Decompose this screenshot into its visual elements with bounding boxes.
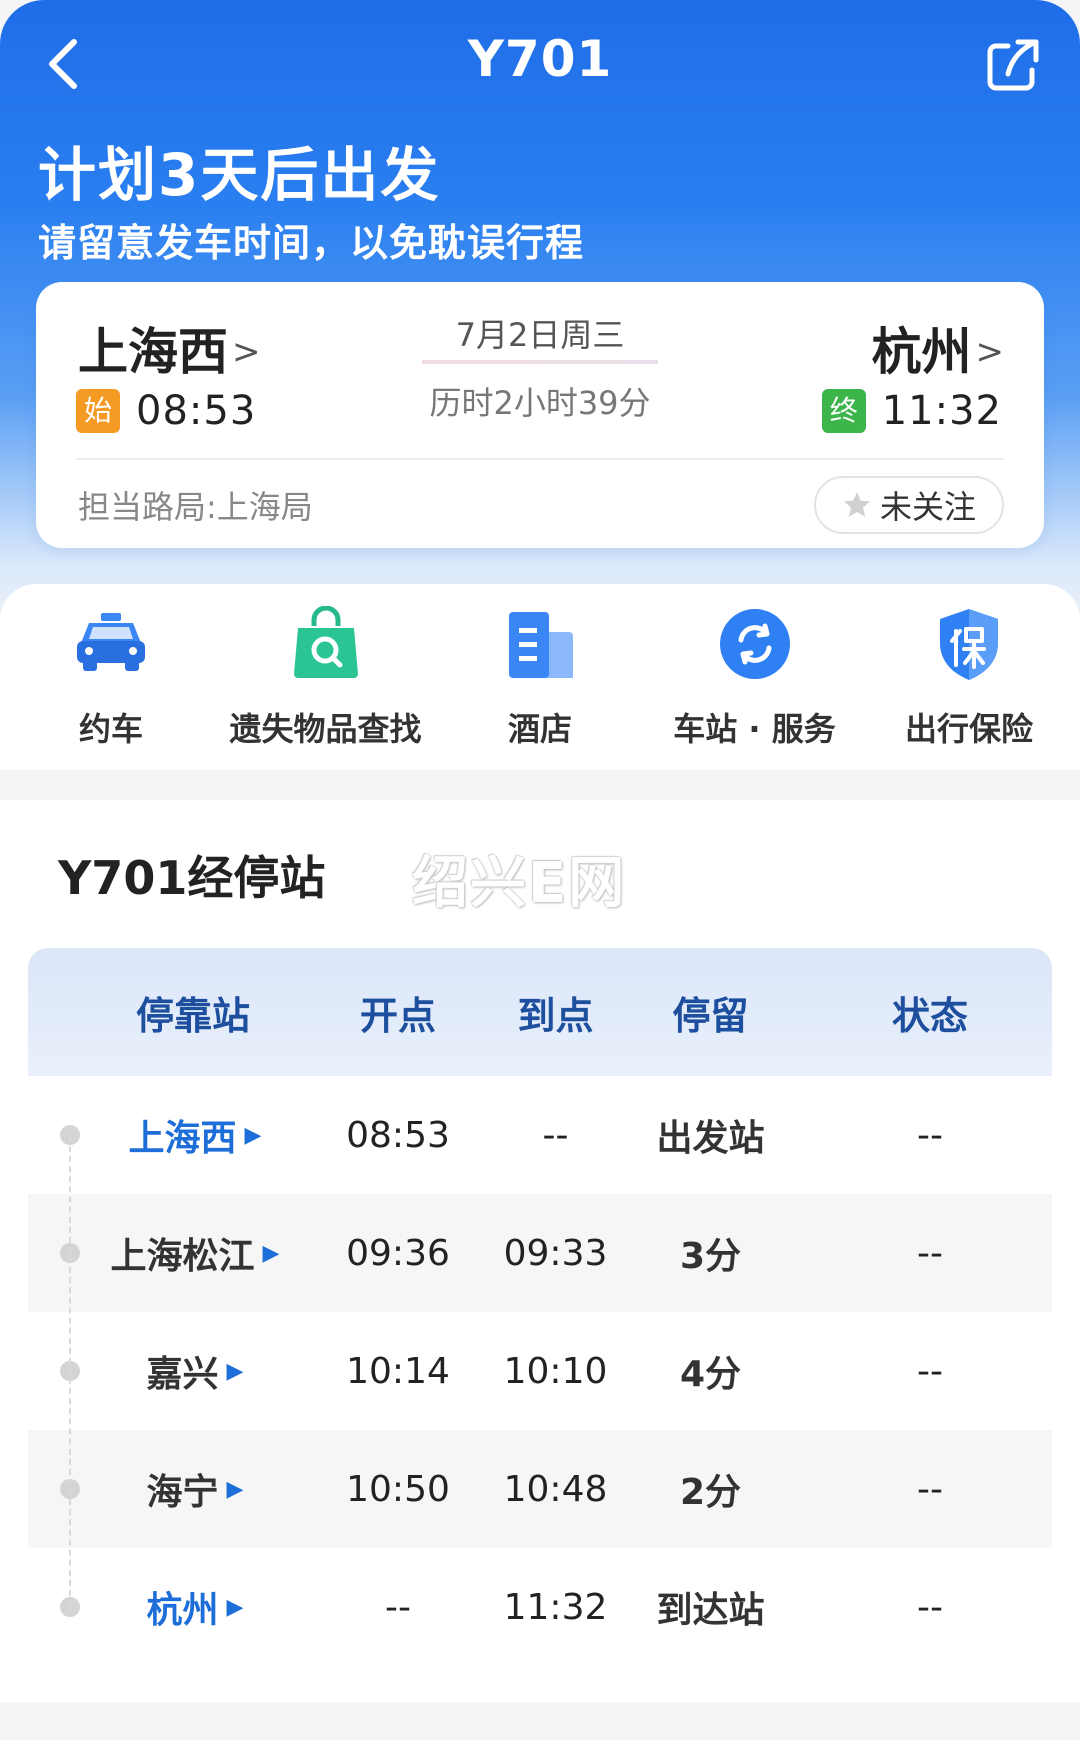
- arrival-station[interactable]: 杭州 >: [872, 312, 1005, 384]
- status-value: --: [917, 1586, 943, 1628]
- share-button[interactable]: [982, 34, 1044, 96]
- follow-button[interactable]: 未关注: [814, 476, 1004, 534]
- depart-time: 09:36: [346, 1232, 450, 1274]
- header-stay: 停留: [672, 993, 749, 1038]
- stops-panel: Y701经停站 绍兴E网 停靠站 开点 到点 停留 状态 上海西 ▶ 08:53 …: [0, 800, 1080, 1702]
- stops-section-title: Y701经停站: [58, 851, 326, 905]
- service-lost-found[interactable]: 遗失物品查找: [221, 604, 431, 770]
- triangle-right-icon: ▶: [262, 1240, 280, 1266]
- status-value: --: [917, 1350, 943, 1392]
- service-station[interactable]: 车站 · 服务: [650, 604, 860, 770]
- header-depart: 开点: [359, 993, 436, 1038]
- share-icon: [987, 39, 1039, 91]
- header-arrive: 到点: [517, 993, 594, 1038]
- arrival-time: 11:32: [881, 388, 1002, 434]
- status-value: --: [917, 1114, 943, 1156]
- bottom-spacer: [0, 1702, 1080, 1740]
- stay-duration: 3分: [679, 1236, 742, 1277]
- arrive-time: 10:48: [503, 1468, 608, 1510]
- stay-duration: 到达站: [656, 1590, 765, 1631]
- stay-duration: 出发站: [656, 1118, 765, 1159]
- trip-summary-card: 上海西 > 始 08:53 7月2日周三 历时2小时39分 杭州 > 终 11:32…: [36, 282, 1044, 548]
- arrive-time: 09:33: [503, 1232, 608, 1274]
- hotel-icon: [500, 604, 580, 684]
- table-row[interactable]: 上海西 ▶ 08:53 -- 出发站 --: [28, 1076, 1052, 1194]
- triangle-right-icon: ▶: [226, 1476, 244, 1502]
- station-name: 杭州: [146, 1590, 219, 1631]
- status-value: --: [917, 1232, 943, 1274]
- triangle-right-icon: ▶: [244, 1122, 262, 1148]
- status-value: --: [917, 1468, 943, 1510]
- triangle-right-icon: ▶: [226, 1358, 244, 1384]
- railway-bureau: 担当路局:上海局: [78, 488, 313, 526]
- stay-duration: 4分: [679, 1354, 742, 1395]
- table-row[interactable]: 杭州 ▶ -- 11:32 到达站 --: [28, 1548, 1052, 1666]
- trip-direction-line: [422, 360, 658, 364]
- depart-time: 10:14: [346, 1350, 450, 1392]
- table-header: 停靠站 开点 到点 停留 状态: [28, 948, 1052, 1076]
- station-name: 嘉兴: [146, 1354, 219, 1395]
- divider: [76, 458, 1004, 460]
- service-label: 出行保险: [904, 710, 1033, 748]
- service-label: 约车: [78, 710, 143, 748]
- station-name: 海宁: [146, 1472, 219, 1513]
- triangle-right-icon: ▶: [226, 1594, 244, 1620]
- service-label: 遗失物品查找: [229, 710, 422, 748]
- departure-plan-title: 计划3天后出发: [38, 141, 441, 209]
- table-row[interactable]: 嘉兴 ▶ 10:14 10:10 4分 --: [28, 1312, 1052, 1430]
- header-station: 停靠站: [135, 993, 250, 1038]
- service-ride-hailing[interactable]: 约车: [6, 604, 216, 770]
- follow-label: 未关注: [879, 488, 976, 526]
- table-row[interactable]: 海宁 ▶ 10:50 10:48 2分 --: [28, 1430, 1052, 1548]
- station-service-icon: [715, 604, 795, 684]
- insurance-shield-icon: [929, 604, 1009, 684]
- stops-table: 停靠站 开点 到点 停留 状态 上海西 ▶ 08:53 -- 出发站 -- 上海松…: [28, 948, 1052, 1702]
- stay-duration: 2分: [679, 1472, 742, 1513]
- chevron-right-icon: >: [975, 332, 1005, 372]
- train-number-title: Y701: [467, 30, 613, 88]
- depart-time: 08:53: [346, 1114, 450, 1156]
- service-label: 酒店: [507, 710, 572, 748]
- end-badge: 终: [821, 389, 866, 433]
- arrival-time-group: 终 11:32: [821, 388, 1002, 434]
- departure-plan-subtitle: 请留意发车时间，以免耽误行程: [38, 221, 585, 265]
- top-bar: Y701: [0, 0, 1080, 130]
- lost-item-bag-icon: [286, 604, 366, 684]
- service-hotel[interactable]: 酒店: [435, 604, 645, 770]
- table-row[interactable]: 上海松江 ▶ 09:36 09:33 3分 --: [28, 1194, 1052, 1312]
- station-name: 上海西: [128, 1118, 237, 1159]
- arrival-station-name: 杭州: [871, 323, 972, 381]
- service-shortcuts: 约车 遗失物品查找 酒店 车站 · 服务 出行保险: [0, 584, 1080, 770]
- service-insurance[interactable]: 出行保险: [864, 604, 1074, 770]
- watermark: 绍兴E网: [412, 851, 627, 916]
- star-icon: [843, 492, 870, 517]
- route-timeline: [69, 1136, 71, 1606]
- arrive-time: --: [542, 1114, 569, 1156]
- service-label: 车站 · 服务: [673, 710, 836, 748]
- arrive-time: 11:32: [503, 1586, 608, 1628]
- depart-time: 10:50: [346, 1468, 450, 1510]
- station-name: 上海松江: [110, 1236, 255, 1277]
- arrive-time: 10:10: [503, 1350, 608, 1392]
- header-status: 状态: [891, 993, 968, 1038]
- car-icon: [71, 604, 151, 684]
- depart-time: --: [385, 1586, 411, 1628]
